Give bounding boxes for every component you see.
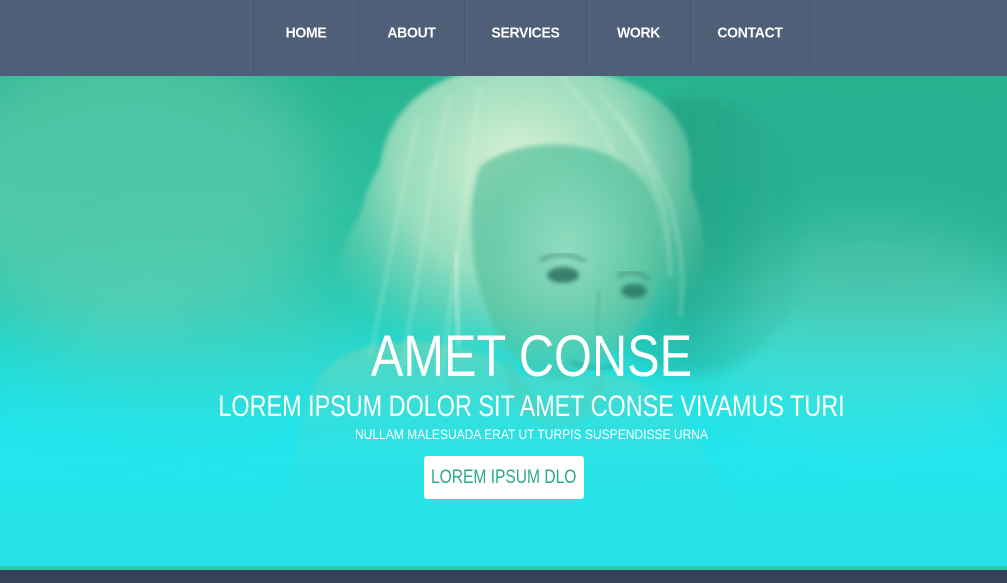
- hero-text-block: AMET CONSE LOREM IPSUM DOLOR SIT AMET CO…: [0, 324, 1007, 499]
- nav-item-contact[interactable]: CONTACT: [691, 0, 810, 67]
- hero-cta-button[interactable]: LOREM IPSUM DLO: [423, 456, 584, 499]
- hero-cta-container: LOREM IPSUM DLO: [0, 456, 1007, 499]
- main-menu: HOME ABOUT SERVICES WORK CONTACT: [253, 0, 810, 76]
- top-navigation-bar: HOME ABOUT SERVICES WORK CONTACT: [0, 0, 1007, 76]
- nav-item-home[interactable]: HOME: [254, 0, 359, 67]
- nav-item-services[interactable]: SERVICES: [465, 0, 587, 67]
- nav-item-work[interactable]: WORK: [587, 0, 691, 67]
- hero-title: AMET CONSE: [370, 324, 693, 389]
- nav-item-about[interactable]: ABOUT: [359, 0, 465, 67]
- hero-tagline: NULLAM MALESUADA ERAT UT TURPIS SUSPENDI…: [354, 426, 709, 442]
- hero-section: AMET CONSE LOREM IPSUM DOLOR SIT AMET CO…: [0, 76, 1007, 566]
- hero-subtitle: LOREM IPSUM DOLOR SIT AMET CONSE VIVAMUS…: [218, 390, 845, 423]
- hero-cta-label: LOREM IPSUM DLO: [430, 466, 577, 488]
- landing-page: HOME ABOUT SERVICES WORK CONTACT AMET CO…: [0, 0, 1007, 583]
- footer-accent-line: [0, 566, 1007, 570]
